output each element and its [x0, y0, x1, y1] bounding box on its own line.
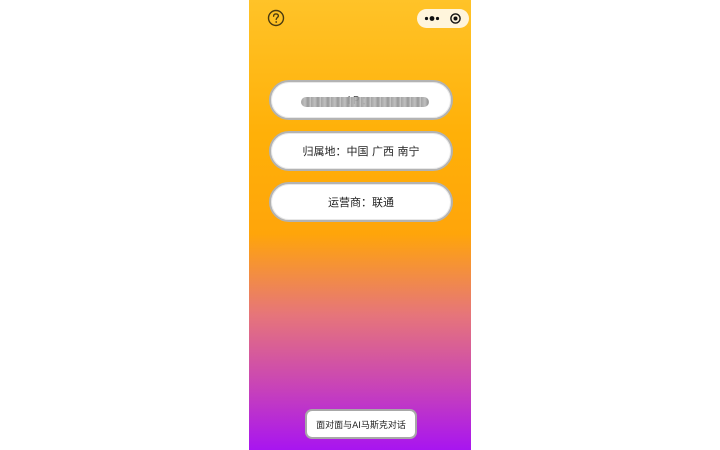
chat-button-label: 面对面与AI马斯克对话 — [316, 420, 406, 431]
capsule-menu — [417, 9, 469, 28]
help-circle-icon[interactable] — [267, 9, 285, 27]
chat-with-ai-button[interactable]: 面对面与AI马斯克对话 — [305, 409, 417, 439]
more-dots-icon[interactable] — [424, 14, 442, 23]
location-pill: 归属地：中国 广西 南宁 — [269, 131, 453, 171]
isp-pill: 运营商：联通 — [269, 182, 453, 222]
target-close-icon[interactable] — [450, 13, 461, 24]
mini-program-screen: IP： 归属地：中国 广西 南宁 运营商：联通 面对面与AI马斯克对话 — [249, 0, 471, 450]
isp-text: 运营商：联通 — [328, 196, 394, 209]
location-text: 归属地：中国 广西 南宁 — [302, 145, 420, 158]
ip-redaction — [301, 97, 429, 107]
ip-address-pill: IP： — [269, 80, 453, 120]
